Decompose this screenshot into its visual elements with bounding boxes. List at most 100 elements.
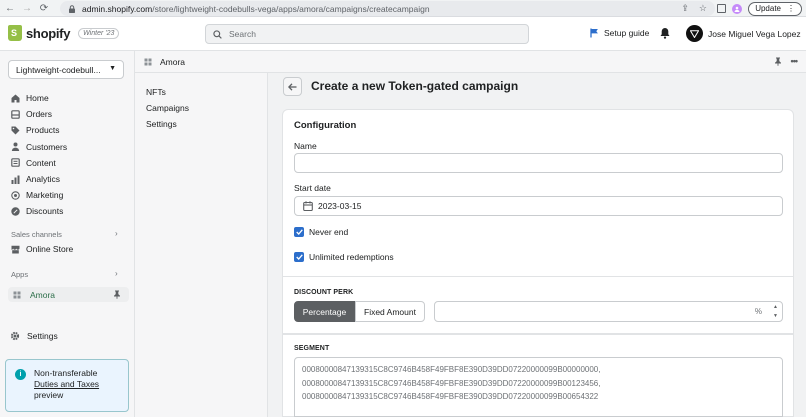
browser-update-button[interactable]: Update ⋮ [748, 1, 802, 16]
sidebar-item-products[interactable]: Products [10, 122, 130, 138]
flag-icon [590, 28, 598, 38]
sidebar-item-label: Discounts [26, 206, 64, 217]
apps-heading: Apps [11, 270, 29, 279]
segment-textarea[interactable]: 00080000847139315C8C9746B458F49FBF8E390D… [294, 357, 783, 417]
sidebar-toggle-icon[interactable] [717, 4, 727, 13]
notice-line: preview [34, 390, 64, 401]
start-date-label: Start date [294, 183, 331, 193]
user-menu[interactable]: Jose Miguel Vega Lopez [686, 25, 801, 42]
back-button[interactable] [283, 77, 302, 96]
sales-channels-heading: Sales channels [11, 230, 62, 239]
shopify-bag-icon [8, 25, 22, 41]
more-vertical-icon: ⋮ [787, 4, 795, 13]
admin-sidebar: Lightweight-codebull... ▼ Home Orders Pr… [0, 51, 135, 417]
bar-chart-icon [10, 174, 20, 184]
sidebar-item-marketing[interactable]: Marketing [10, 187, 130, 203]
number-stepper[interactable]: ▲ ▼ [771, 304, 780, 319]
back-arrow-icon[interactable]: ← [3, 1, 17, 15]
duties-taxes-link[interactable]: Duties and Taxes [34, 379, 122, 390]
app-nav-nfts[interactable]: NFTs [146, 87, 166, 97]
segment-heading: SEGMENT [294, 345, 330, 352]
app-nav: NFTs Campaigns Settings [135, 73, 268, 417]
pin-icon[interactable] [774, 57, 782, 66]
sidebar-item-orders[interactable]: Orders [10, 106, 130, 122]
app-icon [144, 58, 152, 66]
avatar [686, 25, 703, 42]
checkbox-checked-icon [294, 227, 304, 237]
reload-icon[interactable]: ⟳ [37, 1, 51, 15]
admin-topbar: shopify Winter '23 Search Setup guide Jo… [0, 17, 806, 51]
setup-guide-label: Setup guide [604, 28, 650, 38]
sidebar-item-analytics[interactable]: Analytics [10, 171, 130, 187]
sidebar-item-settings[interactable]: Settings [10, 331, 58, 341]
app-nav-campaigns[interactable]: Campaigns [146, 103, 189, 113]
setup-guide-button[interactable]: Setup guide [590, 28, 649, 38]
stepper-up-icon[interactable]: ▲ [773, 304, 778, 310]
chevron-right-icon[interactable]: › [115, 269, 118, 278]
discount-amount-input[interactable]: % ▲ ▼ [434, 301, 783, 322]
store-icon [10, 244, 20, 254]
online-store-label: Online Store [26, 244, 74, 254]
stepper-down-icon[interactable]: ▼ [773, 313, 778, 319]
name-label: Name [294, 141, 317, 151]
share-icon[interactable]: ⇪ [681, 3, 689, 14]
target-icon [10, 190, 20, 200]
person-icon [10, 142, 20, 152]
shopify-logo[interactable]: shopify Winter '23 [8, 25, 120, 41]
duties-notice-banner: i Non-transferable Duties and Taxes prev… [5, 359, 129, 412]
never-end-checkbox[interactable]: Never end [294, 227, 348, 237]
fixed-amount-toggle[interactable]: Fixed Amount [355, 301, 425, 322]
notice-line: Non-transferable [34, 368, 98, 378]
more-horizontal-icon[interactable]: ••• [791, 56, 799, 66]
tag-icon [10, 125, 20, 135]
chevron-down-icon: ▼ [109, 65, 116, 72]
sidebar-item-content[interactable]: Content [10, 155, 130, 171]
unlimited-redemptions-checkbox[interactable]: Unlimited redemptions [294, 252, 394, 262]
brand-wordmark: shopify [26, 25, 71, 41]
search-placeholder: Search [229, 29, 256, 39]
search-input[interactable]: Search [205, 24, 529, 44]
store-selector[interactable]: Lightweight-codebull... ▼ [8, 60, 124, 79]
address-bar[interactable]: admin.shopify.com/store/lightweight-code… [60, 1, 715, 16]
bookmark-star-icon[interactable]: ☆ [699, 3, 707, 14]
app-nav-settings[interactable]: Settings [146, 119, 177, 129]
url-host: admin.shopify.com [82, 3, 153, 14]
sidebar-item-online-store[interactable]: Online Store [10, 244, 73, 254]
configuration-title: Configuration [294, 120, 357, 131]
main-content: Create a new Token-gated campaign Config… [269, 73, 806, 417]
discount-icon [10, 206, 20, 216]
start-date-value: 2023-03-15 [318, 201, 362, 211]
sidebar-item-label: Home [26, 93, 49, 104]
chevron-right-icon[interactable]: › [115, 229, 118, 238]
content-icon [10, 158, 20, 168]
sidebar-item-customers[interactable]: Customers [10, 139, 130, 155]
name-field[interactable] [294, 153, 783, 173]
user-name: Jose Miguel Vega Lopez [708, 28, 801, 39]
page-title: Create a new Token-gated campaign [311, 79, 519, 93]
sidebar-item-discounts[interactable]: Discounts [10, 203, 130, 219]
sidebar-item-label: Analytics [26, 174, 61, 185]
store-name: Lightweight-codebull... [16, 64, 101, 75]
main-nav: Home Orders Products Customers Content A… [10, 90, 130, 220]
start-date-field[interactable]: 2023-03-15 [294, 196, 783, 216]
checkbox-checked-icon [294, 252, 304, 262]
unlimited-redemptions-label: Unlimited redemptions [309, 252, 394, 262]
sidebar-item-home[interactable]: Home [10, 90, 130, 106]
sidebar-item-label: Content [26, 157, 56, 168]
segment-line: 00080000847139315C8C9746B458F49FBF8E390D… [302, 378, 601, 388]
search-icon [213, 29, 222, 39]
active-app-label: Amora [30, 289, 56, 300]
forward-arrow-icon[interactable]: → [20, 1, 34, 15]
segment-card: SEGMENT 00080000847139315C8C9746B458F49F… [282, 334, 794, 417]
orders-icon [10, 109, 20, 119]
app-icon [13, 291, 21, 298]
sidebar-item-amora[interactable]: Amora [8, 287, 129, 302]
percentage-toggle[interactable]: Percentage [294, 301, 355, 322]
notifications-bell-icon[interactable] [660, 27, 670, 41]
info-icon: i [15, 369, 26, 380]
segment-line: 00080000847139315C8C9746B458F49FBF8E390D… [302, 365, 601, 374]
home-icon [10, 93, 20, 103]
pin-icon[interactable] [113, 290, 121, 299]
sidebar-item-label: Products [26, 125, 60, 136]
profile-icon[interactable] [732, 3, 743, 14]
